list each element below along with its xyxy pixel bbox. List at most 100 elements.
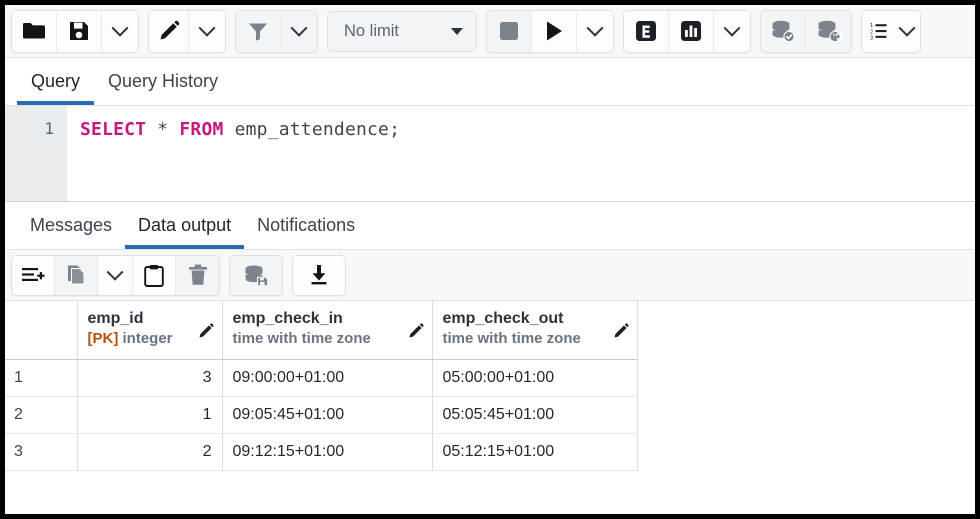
cell-emp-id[interactable]: 3 bbox=[77, 359, 222, 396]
download-csv-button[interactable] bbox=[293, 256, 345, 295]
execute-dropdown[interactable] bbox=[577, 11, 613, 52]
explain-e-icon bbox=[634, 19, 658, 43]
query-tool-window: No limit bbox=[5, 5, 975, 514]
sql-token-from: FROM bbox=[179, 119, 223, 140]
copy-dropdown[interactable] bbox=[98, 256, 133, 295]
column-name-emp-check-out: emp_check_out bbox=[443, 309, 627, 329]
caret-down-icon bbox=[451, 28, 463, 35]
save-data-button-group bbox=[229, 255, 283, 296]
edit-dropdown[interactable] bbox=[189, 11, 225, 52]
download-button-group bbox=[292, 255, 346, 296]
execute-query-button[interactable] bbox=[532, 11, 577, 52]
sql-token-semicolon: ; bbox=[389, 119, 400, 140]
edit-button-group bbox=[148, 10, 226, 53]
commit-button[interactable] bbox=[761, 11, 806, 52]
chevron-down-icon bbox=[898, 20, 915, 37]
column-header-emp-id[interactable]: emp_id [PK] integer bbox=[77, 301, 222, 359]
data-output-toolbar bbox=[5, 250, 975, 301]
column-header-emp-check-out[interactable]: emp_check_out time with time zone bbox=[432, 301, 637, 359]
row-number-cell: 3 bbox=[5, 433, 77, 470]
transaction-button-group bbox=[760, 10, 852, 53]
save-data-changes-button[interactable] bbox=[230, 256, 282, 295]
edit-button[interactable] bbox=[149, 11, 189, 52]
row-edit-button-group bbox=[11, 255, 220, 296]
execute-button-group bbox=[486, 10, 614, 53]
cell-emp-check-out[interactable]: 05:05:45+01:00 bbox=[432, 396, 637, 433]
play-icon bbox=[544, 20, 564, 42]
tab-messages[interactable]: Messages bbox=[17, 215, 125, 249]
svg-text:2: 2 bbox=[870, 29, 873, 35]
sql-token-table: emp_attendence bbox=[235, 119, 390, 140]
filter-button-group bbox=[235, 10, 318, 53]
stop-square-icon bbox=[499, 21, 519, 41]
open-file-button[interactable] bbox=[12, 11, 57, 52]
add-row-button[interactable] bbox=[12, 256, 55, 295]
save-file-dropdown[interactable] bbox=[102, 11, 138, 52]
cell-emp-check-out[interactable]: 05:00:00+01:00 bbox=[432, 359, 637, 396]
filter-dropdown[interactable] bbox=[281, 11, 317, 52]
tab-notifications[interactable]: Notifications bbox=[244, 215, 368, 249]
clipboard-icon bbox=[144, 264, 164, 287]
copy-button[interactable] bbox=[55, 256, 98, 295]
folder-icon bbox=[22, 21, 46, 41]
sql-token-select: SELECT bbox=[80, 119, 146, 140]
sql-token-star: * bbox=[157, 119, 168, 140]
column-header-emp-check-in[interactable]: emp_check_in time with time zone bbox=[222, 301, 432, 359]
macros-button[interactable]: 1 2 3 bbox=[862, 11, 920, 52]
data-output-grid[interactable]: emp_id [PK] integer emp_check_in time wi… bbox=[5, 301, 975, 514]
cell-emp-id[interactable]: 1 bbox=[77, 396, 222, 433]
results-header-row: emp_id [PK] integer emp_check_in time wi… bbox=[5, 301, 637, 359]
table-row[interactable]: 2 1 09:05:45+01:00 05:05:45+01:00 bbox=[5, 396, 637, 433]
pk-badge: [PK] bbox=[88, 330, 119, 347]
sql-code-line[interactable]: SELECT * FROM emp_attendence; bbox=[67, 106, 975, 201]
table-row[interactable]: 1 3 09:00:00+01:00 05:00:00+01:00 bbox=[5, 359, 637, 396]
numbered-list-icon: 1 2 3 bbox=[870, 21, 896, 41]
column-name-emp-check-in: emp_check_in bbox=[233, 309, 422, 329]
results-table-body: 1 3 09:00:00+01:00 05:00:00+01:00 2 1 09… bbox=[5, 359, 637, 470]
explain-dropdown[interactable] bbox=[714, 11, 750, 52]
database-rollback-icon bbox=[816, 19, 842, 43]
chevron-down-icon bbox=[107, 264, 124, 281]
edit-column-pencil-icon[interactable] bbox=[613, 322, 630, 339]
file-button-group bbox=[11, 10, 139, 53]
row-number-cell: 2 bbox=[5, 396, 77, 433]
column-name-emp-id: emp_id bbox=[88, 309, 212, 329]
database-check-icon bbox=[770, 19, 796, 43]
copy-icon bbox=[65, 264, 87, 286]
save-icon bbox=[68, 20, 90, 42]
edit-column-pencil-icon[interactable] bbox=[198, 322, 215, 339]
database-save-icon bbox=[243, 264, 269, 287]
tab-data-output[interactable]: Data output bbox=[125, 215, 244, 249]
results-table: emp_id [PK] integer emp_check_in time wi… bbox=[5, 301, 638, 471]
row-limit-select[interactable]: No limit bbox=[327, 11, 477, 52]
svg-text:3: 3 bbox=[870, 36, 873, 41]
stop-query-button[interactable] bbox=[487, 11, 532, 52]
cell-emp-check-in[interactable]: 09:00:00+01:00 bbox=[222, 359, 432, 396]
paste-button[interactable] bbox=[133, 256, 176, 295]
sql-editor[interactable]: 1 SELECT * FROM emp_attendence; bbox=[5, 106, 975, 202]
tab-query-history[interactable]: Query History bbox=[94, 71, 232, 105]
edit-column-pencil-icon[interactable] bbox=[408, 322, 425, 339]
cell-emp-id[interactable]: 2 bbox=[77, 433, 222, 470]
rollback-button[interactable] bbox=[806, 11, 851, 52]
chevron-down-icon bbox=[112, 20, 129, 37]
cell-emp-check-in[interactable]: 09:12:15+01:00 bbox=[222, 433, 432, 470]
tab-query[interactable]: Query bbox=[17, 71, 94, 105]
chevron-down-icon bbox=[291, 20, 308, 37]
pencil-icon bbox=[157, 19, 181, 43]
svg-text:1: 1 bbox=[870, 23, 873, 29]
delete-row-button[interactable] bbox=[176, 256, 219, 295]
table-row[interactable]: 3 2 09:12:15+01:00 05:12:15+01:00 bbox=[5, 433, 637, 470]
explain-button[interactable] bbox=[624, 11, 669, 52]
chevron-down-icon bbox=[587, 20, 604, 37]
row-number-cell: 1 bbox=[5, 359, 77, 396]
download-icon bbox=[308, 264, 330, 286]
column-type-emp-check-out: time with time zone bbox=[443, 329, 627, 349]
cell-emp-check-out[interactable]: 05:12:15+01:00 bbox=[432, 433, 637, 470]
cell-emp-check-in[interactable]: 09:05:45+01:00 bbox=[222, 396, 432, 433]
filter-button[interactable] bbox=[236, 11, 281, 52]
row-limit-value: No limit bbox=[344, 22, 399, 41]
explain-analyze-button[interactable] bbox=[669, 11, 714, 52]
save-file-button[interactable] bbox=[57, 11, 102, 52]
editor-line-number: 1 bbox=[5, 106, 67, 201]
